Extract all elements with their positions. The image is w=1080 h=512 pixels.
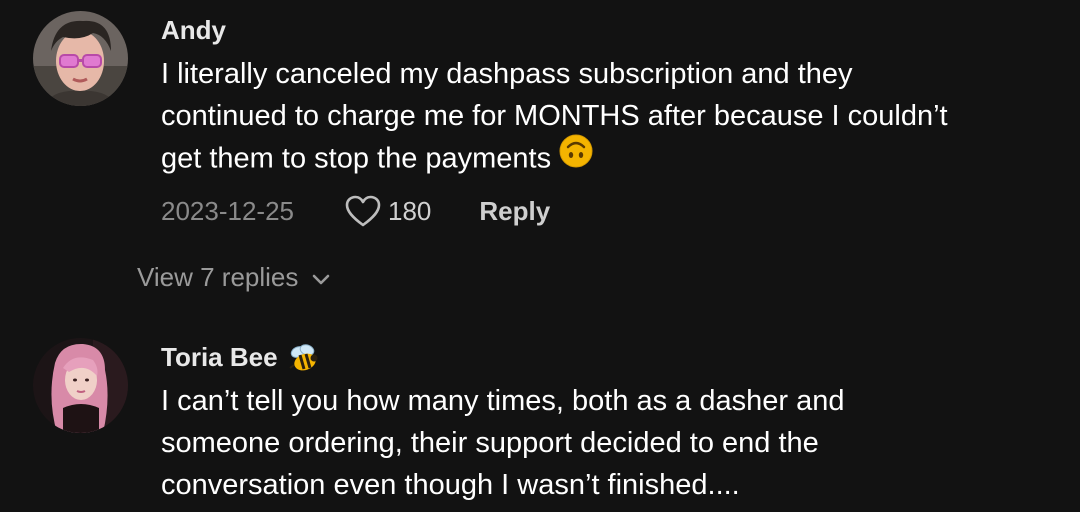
comment-text-line: I literally canceled my dashpass subscri…: [161, 58, 853, 90]
upside-down-face-emoji: [559, 134, 593, 180]
avatar[interactable]: [33, 11, 128, 106]
comment-text-line: I can’t tell you how many times, both as…: [161, 385, 845, 417]
comment-text-line: get them to stop the payments: [161, 134, 1071, 183]
username[interactable]: Andy: [161, 15, 226, 46]
username[interactable]: Toria Bee: [161, 342, 320, 373]
comment-meta: 2023-12-25 180 Reply: [161, 193, 550, 229]
view-replies-label: View 7 replies: [137, 262, 299, 292]
user-avatar-icon: [33, 338, 128, 433]
comment-text-line: conversation even though I wasn’t finish…: [161, 469, 740, 501]
comment-text-line-content: get them to stop the payments: [161, 142, 552, 175]
avatar[interactable]: [33, 338, 128, 433]
comments-panel: Andy I literally canceled my dashpass su…: [0, 0, 1080, 512]
username-label: Andy: [161, 15, 226, 45]
like-count: 180: [388, 195, 432, 226]
comment-text: I can’t tell you how many times, both as…: [161, 380, 1071, 506]
comment-date: 2023-12-25: [161, 195, 294, 226]
comment-text-line: someone ordering, their support decided …: [161, 427, 819, 459]
view-replies-button[interactable]: View 7 replies: [137, 262, 330, 293]
user-avatar-icon: [33, 11, 128, 106]
bee-emoji: [288, 343, 318, 370]
heart-icon: [345, 195, 381, 227]
reply-button[interactable]: Reply: [479, 196, 550, 227]
username-label: Toria Bee: [161, 342, 278, 372]
chevron-down-icon: [313, 274, 330, 284]
like-button[interactable]: 180: [344, 194, 431, 228]
comment-text-line: continued to charge me for MONTHS after …: [161, 100, 948, 132]
comment-text: I literally canceled my dashpass subscri…: [161, 53, 1071, 183]
